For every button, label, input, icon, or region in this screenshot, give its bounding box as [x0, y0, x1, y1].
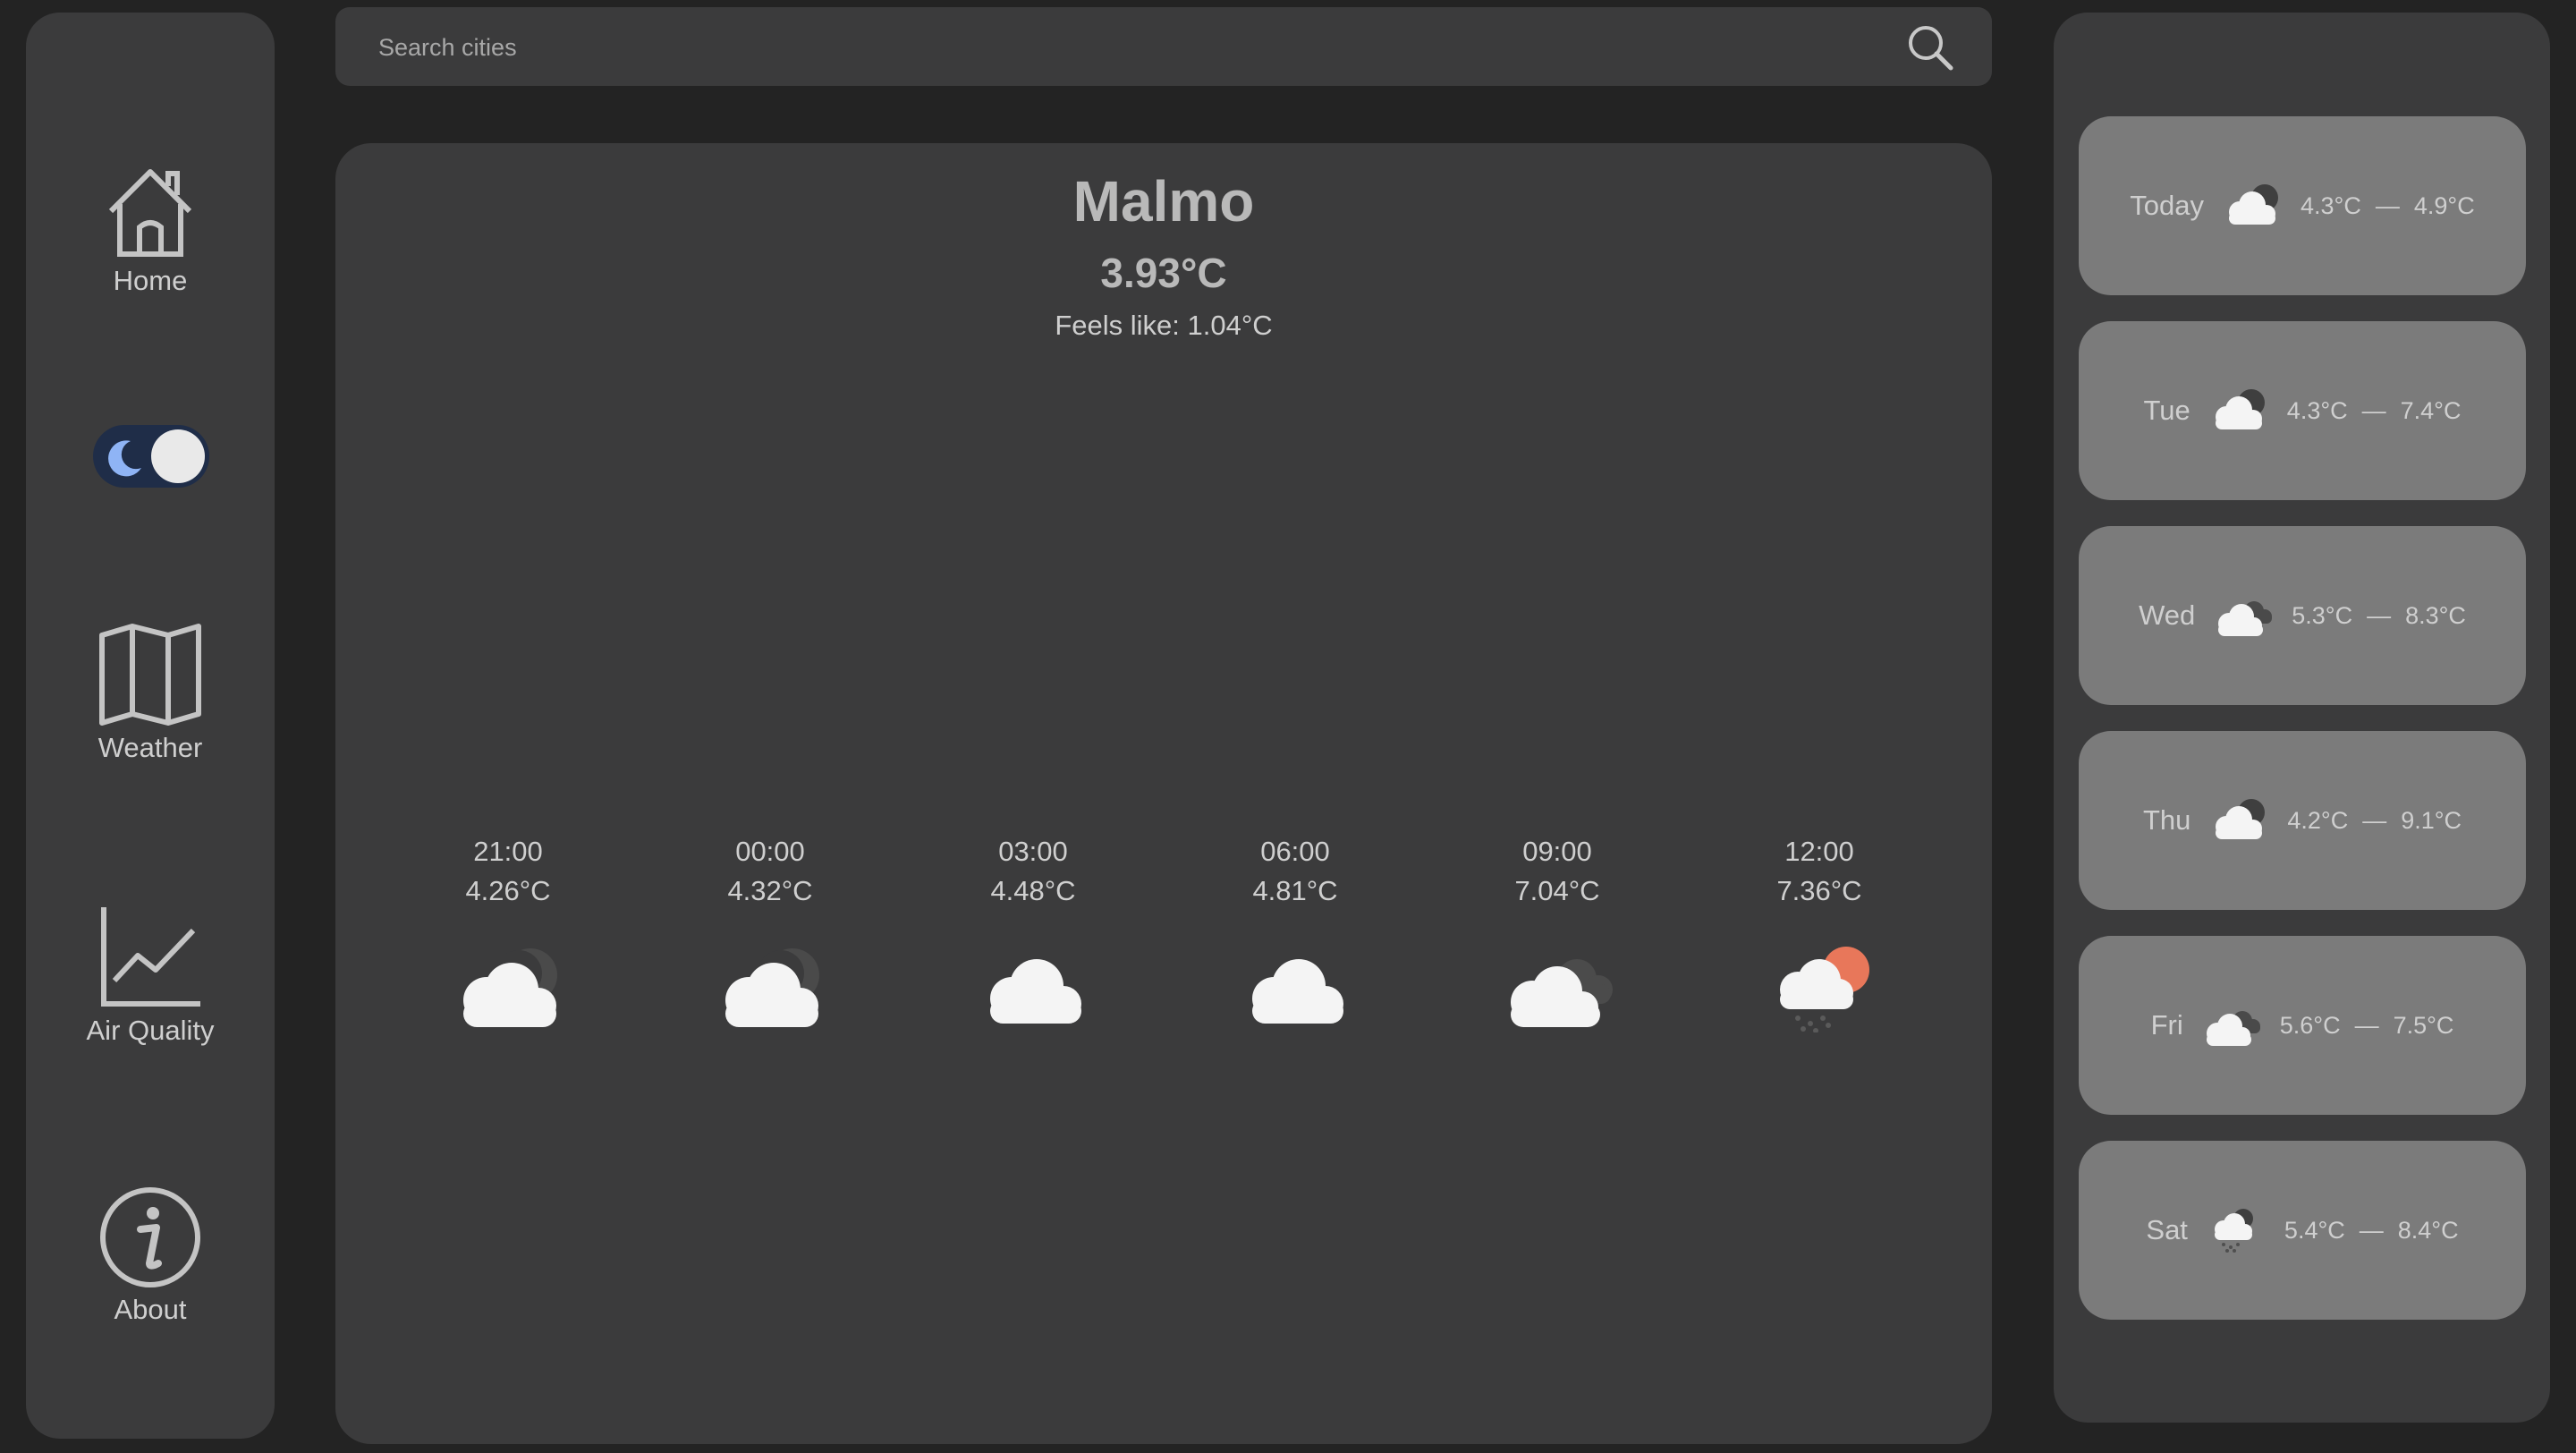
forecast-day-card[interactable]: Today 4.3°C — 4.9°C	[2079, 116, 2526, 295]
nav-air-quality-label: Air Quality	[86, 1015, 215, 1046]
forecast-high: 7.4°C	[2400, 396, 2462, 424]
nav-weather-label: Weather	[97, 732, 203, 763]
search-bar	[335, 7, 1992, 88]
current-weather-panel: Malmo 3.93°C Feels like: 1.04°C 21:00 4.…	[335, 143, 1992, 1444]
map-icon	[99, 624, 201, 726]
range-separator: —	[2359, 1216, 2384, 1244]
hourly-item: 21:00 4.26°C	[419, 832, 597, 1032]
nav-weather[interactable]: Weather	[26, 623, 275, 764]
range-separator: —	[2375, 191, 2400, 219]
nav-air-quality[interactable]: Air Quality	[26, 904, 275, 1047]
hourly-time: 06:00	[1260, 836, 1330, 867]
cloud-moon-icon	[2215, 389, 2265, 429]
clouds-icon	[2218, 601, 2273, 636]
forecast-low: 5.6°C	[2279, 1011, 2341, 1039]
forecast-high: 8.4°C	[2397, 1216, 2459, 1244]
hourly-time: 21:00	[473, 836, 543, 867]
forecast-day: Sat	[2146, 1214, 2188, 1245]
forecast-high: 7.5°C	[2393, 1011, 2454, 1039]
forecast-day-card[interactable]: Tue 4.3°C — 7.4°C	[2079, 321, 2526, 500]
range-separator: —	[2367, 601, 2392, 629]
daily-forecast-panel: Today 4.3°C — 4.9°C Tue 4.3°C — 7.4°C Wed	[2054, 13, 2550, 1423]
search-input[interactable]	[377, 7, 1901, 88]
sun-cloud-rain-icon	[1780, 947, 1869, 1032]
feels-like: Feels like: 1.04°C	[1055, 310, 1273, 341]
hourly-temp: 4.26°C	[465, 875, 551, 906]
search-icon[interactable]	[1906, 23, 1954, 72]
forecast-day: Fri	[2150, 1009, 2183, 1041]
info-icon	[100, 1187, 200, 1287]
chart-line-icon	[101, 907, 200, 1007]
forecast-low: 5.3°C	[2292, 601, 2353, 629]
hourly-item: 06:00 4.81°C	[1206, 832, 1385, 1032]
forecast-low: 4.3°C	[2301, 191, 2361, 219]
clouds-icon	[2206, 1011, 2260, 1046]
forecast-low: 4.2°C	[2287, 806, 2349, 834]
range-separator: —	[2361, 396, 2386, 424]
hourly-temp: 4.48°C	[990, 875, 1076, 906]
forecast-day: Tue	[2143, 395, 2190, 426]
hourly-item: 03:00 4.48°C	[944, 832, 1123, 1032]
hourly-time: 03:00	[998, 836, 1068, 867]
cloud-moon-icon	[463, 948, 557, 1027]
nav-about[interactable]: About	[26, 1186, 275, 1326]
cloud-rain-icon	[2214, 1209, 2253, 1253]
forecast-range: 5.4°C — 8.4°C	[2284, 1217, 2459, 1245]
hourly-time: 00:00	[735, 836, 805, 867]
cloud-moon-icon	[2229, 184, 2279, 225]
forecast-low: 5.4°C	[2284, 1216, 2345, 1244]
nav-about-label: About	[114, 1294, 187, 1325]
toggle-knob	[151, 429, 205, 483]
forecast-low: 4.3°C	[2286, 396, 2348, 424]
forecast-day: Today	[2130, 190, 2205, 221]
forecast-day-card[interactable]: Wed 5.3°C — 8.3°C	[2079, 526, 2526, 705]
nav-home[interactable]: Home	[26, 165, 275, 297]
forecast-high: 4.9°C	[2413, 191, 2475, 219]
nav-home-label: Home	[113, 265, 188, 296]
cloud-icon	[1252, 959, 1343, 1024]
hourly-time: 12:00	[1784, 836, 1854, 867]
moon-icon	[108, 440, 141, 477]
cloud-moon-icon	[2216, 799, 2266, 839]
sidebar: Home Weather Air Quality About	[26, 13, 275, 1439]
home-icon	[108, 169, 192, 257]
hourly-temp: 7.04°C	[1514, 875, 1600, 906]
theme-toggle[interactable]	[93, 425, 209, 488]
forecast-range: 5.3°C — 8.3°C	[2292, 602, 2466, 630]
forecast-range: 5.6°C — 7.5°C	[2280, 1012, 2454, 1040]
forecast-day-card[interactable]: Thu 4.2°C — 9.1°C	[2079, 731, 2526, 910]
hourly-temp: 7.36°C	[1776, 875, 1862, 906]
hourly-time: 09:00	[1522, 836, 1592, 867]
forecast-range: 4.2°C — 9.1°C	[2287, 807, 2462, 835]
forecast-range: 4.3°C — 4.9°C	[2301, 192, 2475, 220]
clouds-icon	[1511, 959, 1613, 1027]
hourly-temp: 4.32°C	[727, 875, 813, 906]
hourly-item: 00:00 4.32°C	[681, 832, 860, 1032]
forecast-day-card[interactable]: Sat 5.4°C — 8.4°C	[2079, 1141, 2526, 1320]
forecast-day-card[interactable]: Fri 5.6°C — 7.5°C	[2079, 936, 2526, 1115]
current-temperature: 3.93°C	[1100, 250, 1227, 296]
hourly-temp: 4.81°C	[1252, 875, 1338, 906]
forecast-high: 9.1°C	[2401, 806, 2462, 834]
cloud-moon-icon	[725, 948, 819, 1027]
range-separator: —	[2354, 1011, 2379, 1039]
forecast-high: 8.3°C	[2405, 601, 2466, 629]
forecast-day: Thu	[2142, 804, 2191, 836]
hourly-item: 09:00 7.04°C	[1468, 832, 1647, 1032]
forecast-range: 4.3°C — 7.4°C	[2287, 397, 2462, 425]
forecast-day: Wed	[2139, 599, 2196, 631]
range-separator: —	[2362, 806, 2387, 834]
city-name: Malmo	[1072, 169, 1255, 234]
cloud-icon	[990, 959, 1081, 1024]
hourly-item: 12:00 7.36°C	[1730, 832, 1909, 1032]
